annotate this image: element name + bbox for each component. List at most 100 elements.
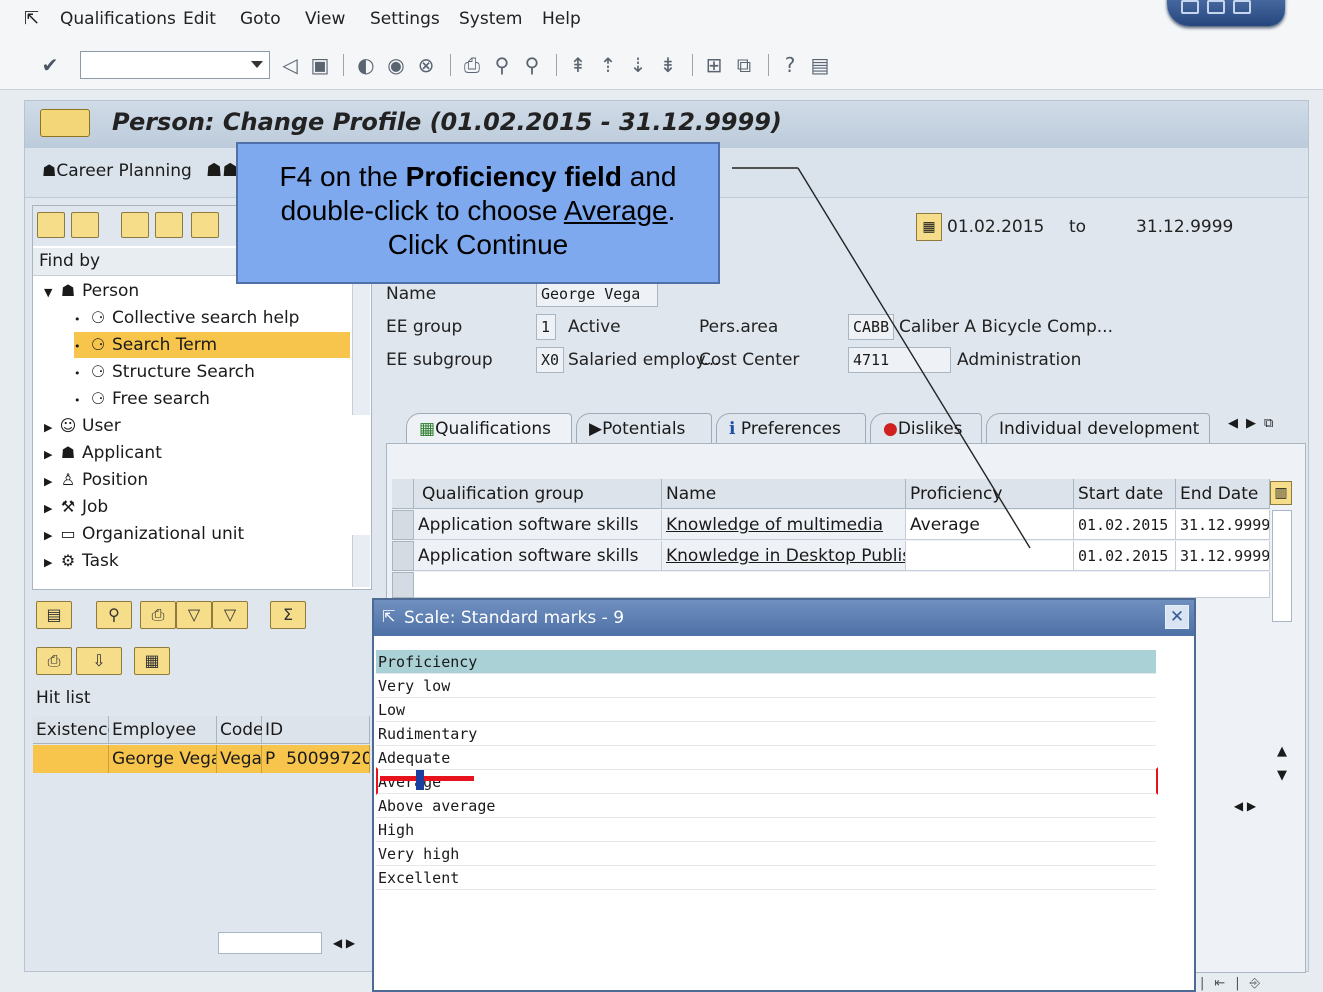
print-preview-icon[interactable]: ⎙: [36, 647, 72, 675]
menu-exit-icon[interactable]: ⇱: [24, 8, 39, 29]
new-session-icon[interactable]: ⊞: [704, 54, 724, 76]
tree-scrollbar-top[interactable]: [352, 280, 370, 415]
grid-empty-row[interactable]: [414, 572, 1270, 598]
close-icon[interactable]: ✕: [1165, 605, 1189, 629]
exit-icon[interactable]: ◉: [386, 54, 406, 76]
menu-help[interactable]: Help: [542, 9, 581, 29]
grid-cell-end-date[interactable]: 31.12.9999: [1176, 541, 1270, 571]
tree-item[interactable]: ▶ ▭ Organizational unit: [44, 521, 350, 547]
collapsed-arrow-icon[interactable]: ▶: [44, 415, 58, 441]
hitlist-hscrollbar[interactable]: [218, 932, 322, 954]
filter-menu-icon[interactable]: ▽: [212, 601, 248, 629]
grid-col-proficiency[interactable]: Proficiency: [906, 479, 1074, 509]
proficiency-option[interactable]: Very high: [376, 842, 1156, 866]
expanded-arrow-icon[interactable]: ▼: [44, 280, 58, 306]
hitlist-cell-id[interactable]: P 50099720: [262, 745, 370, 773]
minimize-icon[interactable]: [1181, 0, 1199, 14]
last-page-icon[interactable]: ⇟: [658, 54, 678, 76]
career-planning-button[interactable]: ☗Career Planning: [42, 161, 192, 181]
save-icon[interactable]: ▣: [310, 54, 330, 76]
menu-settings[interactable]: Settings: [370, 9, 440, 29]
tab-dislikes[interactable]: ●Dislikes: [870, 413, 982, 443]
hitlist-cell-code[interactable]: Vega: [217, 745, 262, 773]
tree-item[interactable]: • ⚆ Structure Search: [74, 359, 350, 385]
tree-item[interactable]: ▶ ♙ Position: [44, 467, 350, 493]
tab-individual-development[interactable]: Individual development: [986, 413, 1210, 443]
grid-scroll-arrows-icon[interactable]: ▲ ▼: [1272, 740, 1292, 790]
menu-view[interactable]: View: [305, 9, 345, 29]
grid-select-all[interactable]: [392, 479, 414, 509]
status-bar-icons[interactable]: |⇤|⎆: [1200, 976, 1310, 992]
proficiency-option[interactable]: Rudimentary: [376, 722, 1156, 746]
collapsed-arrow-icon[interactable]: ▶: [44, 523, 58, 549]
hitlist-col-existence[interactable]: Existence: [33, 716, 118, 744]
settings-icon[interactable]: [191, 212, 219, 238]
tree-item[interactable]: ▶ ☺ User: [44, 413, 350, 439]
command-field[interactable]: [80, 51, 270, 79]
hitlist-scroll-arrows-icon[interactable]: ◀ ▶: [322, 932, 366, 954]
expand-icon[interactable]: [121, 212, 149, 238]
grid-cell-start-date[interactable]: 01.02.2015: [1074, 541, 1176, 571]
menu-qualifications[interactable]: Qualifications: [60, 9, 176, 29]
tab-preferences[interactable]: ℹ Preferences: [716, 413, 866, 443]
tree-item[interactable]: ▶ ⚒ Job: [44, 494, 350, 520]
back-triangle-icon[interactable]: ◁: [280, 54, 300, 76]
shortcut-icon[interactable]: ⧉: [734, 54, 754, 76]
layout-icon[interactable]: ▦: [134, 647, 170, 675]
tree-scrollbar-bottom[interactable]: [352, 535, 370, 587]
menu-edit[interactable]: Edit: [183, 9, 216, 29]
print-icon[interactable]: ⎙: [140, 601, 176, 629]
find-icon[interactable]: ⚲: [96, 601, 132, 629]
proficiency-field[interactable]: [906, 541, 1074, 571]
calendar-icon[interactable]: ▦: [916, 213, 942, 241]
menu-goto[interactable]: Goto: [240, 9, 281, 29]
tree-item[interactable]: ▶ ⚙ Task: [44, 548, 350, 574]
next-arrow-icon[interactable]: [71, 212, 99, 238]
next-page-icon[interactable]: ⇣: [628, 54, 648, 76]
grid-cell-start-date[interactable]: 01.02.2015: [1074, 510, 1176, 540]
grid-vscrollbar[interactable]: [1272, 510, 1292, 622]
grid-col-qualification-group[interactable]: Qualification group: [414, 479, 662, 509]
grid-col-end-date[interactable]: End Date: [1176, 479, 1270, 509]
grid-col-name[interactable]: Name: [662, 479, 906, 509]
previous-arrow-icon[interactable]: [37, 212, 65, 238]
proficiency-field[interactable]: Average: [906, 510, 1074, 540]
tab-potentials[interactable]: ▶Potentials: [576, 413, 712, 443]
column-config-icon[interactable]: ▥: [1270, 481, 1292, 505]
details-icon[interactable]: ▤: [36, 601, 72, 629]
back-icon[interactable]: ◐: [356, 54, 376, 76]
grid-col-start-date[interactable]: Start date: [1074, 479, 1176, 509]
hitlist-col-id[interactable]: ID: [262, 716, 370, 744]
sap-screen-menu-icon[interactable]: [40, 109, 90, 137]
tree-item[interactable]: • ⚆ Search Term: [74, 332, 350, 358]
filter-icon[interactable]: ▽: [176, 601, 212, 629]
collapsed-arrow-icon[interactable]: ▶: [44, 469, 58, 495]
close-window-icon[interactable]: [1233, 0, 1251, 14]
tab-qualifications[interactable]: ▦Qualifications: [406, 413, 572, 443]
previous-page-icon[interactable]: ⇡: [598, 54, 618, 76]
collapse-icon[interactable]: [155, 212, 183, 238]
first-page-icon[interactable]: ⇞: [568, 54, 588, 76]
help-icon[interactable]: ?: [780, 54, 800, 76]
cancel-icon[interactable]: ⊗: [416, 54, 436, 76]
maximize-icon[interactable]: [1207, 0, 1225, 14]
find-icon[interactable]: ⚲: [492, 54, 512, 76]
proficiency-option[interactable]: Low: [376, 698, 1156, 722]
find-next-icon[interactable]: ⚲: [522, 54, 542, 76]
proficiency-option[interactable]: Very low: [376, 674, 1156, 698]
proficiency-option[interactable]: Excellent: [376, 866, 1156, 890]
hitlist-cell-existence[interactable]: [33, 745, 109, 773]
hitlist-col-code[interactable]: Code: [217, 716, 264, 744]
grid-cell-name[interactable]: Knowledge of multimedia: [662, 510, 906, 540]
collapsed-arrow-icon[interactable]: ▶: [44, 550, 58, 576]
print-icon[interactable]: ⎙: [462, 54, 482, 76]
layout-menu-icon[interactable]: ▤: [810, 54, 830, 76]
export-menu-icon[interactable]: ⇩: [76, 647, 122, 675]
row-selector[interactable]: [392, 572, 414, 598]
hitlist-col-employee[interactable]: Employee: [109, 716, 217, 744]
hitlist-cell-employee[interactable]: George Vega: [109, 745, 217, 773]
collapsed-arrow-icon[interactable]: ▶: [44, 442, 58, 468]
tree-item[interactable]: • ⚆ Collective search help: [74, 305, 350, 331]
row-selector[interactable]: [392, 510, 414, 540]
people-icon[interactable]: ☗☗: [206, 160, 238, 181]
